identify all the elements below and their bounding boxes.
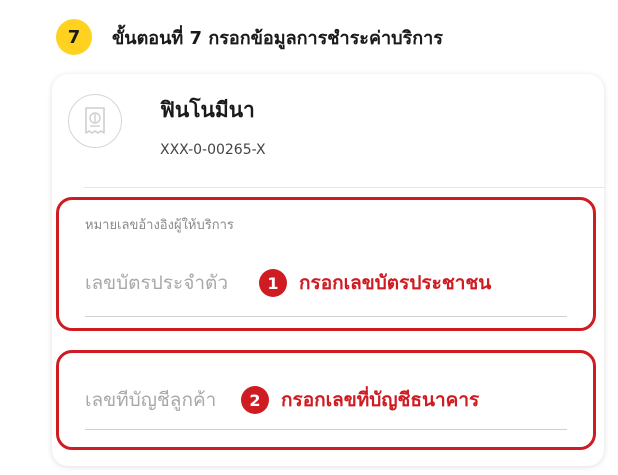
id-card-number-input[interactable] <box>85 272 255 294</box>
ref2-hint-text: กรอกเลขที่บัญชีธนาคาร <box>281 389 480 411</box>
step-header: 7 ขั้นตอนที่ 7 กรอกข้อมูลการชำระค่าบริกา… <box>56 18 443 56</box>
ref1-underline <box>85 316 567 317</box>
hint-number-badge-1: 1 <box>259 269 287 297</box>
receipt-icon <box>68 94 122 148</box>
ref1-hint: 1 กรอกเลขบัตรประชาชน <box>259 268 491 298</box>
ref2-underline <box>85 429 567 430</box>
ref1-label: หมายเลขอ้างอิงผู้ให้บริการ <box>85 218 234 233</box>
hint-number-badge-2: 2 <box>241 386 269 414</box>
divider <box>84 187 604 188</box>
biller-name: ฟินโนมีนา <box>160 98 255 122</box>
ref1-field-highlight: หมายเลขอ้างอิงผู้ให้บริการ 1 กรอกเลขบัตร… <box>56 197 596 331</box>
ref1-hint-text: กรอกเลขบัตรประชาชน <box>299 272 492 294</box>
step-number-badge: 7 <box>56 19 92 55</box>
bank-account-number-input[interactable] <box>85 389 235 411</box>
ref2-field-highlight: 2 กรอกเลขที่บัญชีธนาคาร <box>56 350 596 450</box>
biller-info: ฟินโนมีนา XXX-0-00265-X <box>68 94 588 194</box>
biller-code: XXX-0-00265-X <box>160 142 266 158</box>
step-title: ขั้นตอนที่ 7 กรอกข้อมูลการชำระค่าบริการ <box>112 27 443 49</box>
ref2-hint: 2 กรอกเลขที่บัญชีธนาคาร <box>241 385 479 415</box>
